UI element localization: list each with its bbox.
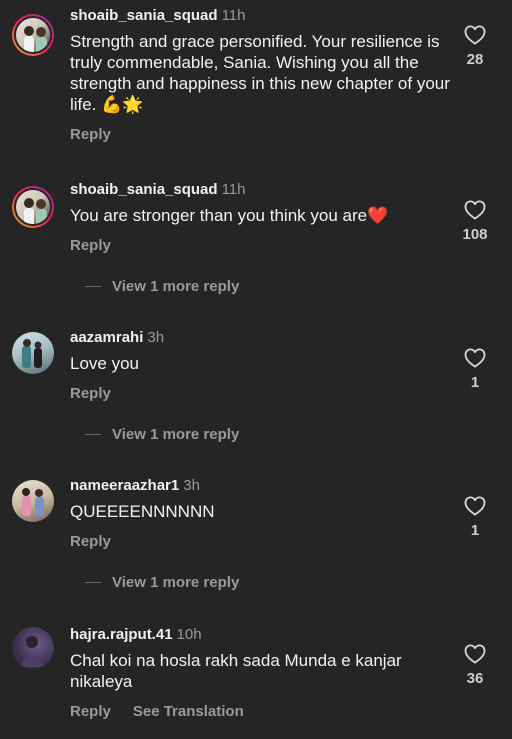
avatar[interactable] xyxy=(12,186,54,228)
divider-line xyxy=(85,581,101,583)
like-count: 28 xyxy=(466,51,484,68)
reply-button[interactable]: Reply xyxy=(70,126,111,143)
avatar[interactable] xyxy=(12,627,54,669)
like-control[interactable]: 28 xyxy=(462,25,488,68)
comment-actions: Reply xyxy=(70,237,450,254)
view-more-replies[interactable]: View 1 more reply xyxy=(85,276,239,296)
username[interactable]: nameeraazhar1 xyxy=(70,477,179,494)
comment-meta: nameeraazhar1 3h xyxy=(70,477,450,495)
comment-actions: Reply xyxy=(70,385,450,402)
heart-outline-icon[interactable] xyxy=(464,644,486,664)
comment-meta: shoaib_sania_squad 11h xyxy=(70,7,450,25)
comment-actions: Reply xyxy=(70,126,450,143)
like-control[interactable]: 1 xyxy=(462,348,488,391)
comment-text: Strength and grace personified. Your res… xyxy=(70,32,450,114)
comment-meta: aazamrahi 3h xyxy=(70,329,450,347)
like-count: 1 xyxy=(470,522,480,539)
reply-button[interactable]: Reply xyxy=(70,703,111,720)
timestamp: 11h xyxy=(221,181,246,198)
like-control[interactable]: 1 xyxy=(462,496,488,539)
reply-button[interactable]: Reply xyxy=(70,237,111,254)
reply-button[interactable]: Reply xyxy=(70,385,111,402)
username[interactable]: aazamrahi xyxy=(70,329,143,346)
like-control[interactable]: 108 xyxy=(462,200,488,243)
comment-meta: hajra.rajput.41 10h xyxy=(70,626,450,644)
username[interactable]: shoaib_sania_squad xyxy=(70,7,218,24)
timestamp: 11h xyxy=(221,7,246,24)
comment-text: Chal koi na hosla rakh sada Munda e kanj… xyxy=(70,651,402,691)
comment-text: Love you xyxy=(70,354,139,373)
timestamp: 3h xyxy=(183,477,200,494)
like-count: 36 xyxy=(466,670,484,687)
comment-actions: Reply See Translation xyxy=(70,703,450,720)
reply-button[interactable]: Reply xyxy=(70,533,111,550)
like-control[interactable]: 36 xyxy=(462,644,488,687)
heart-outline-icon[interactable] xyxy=(464,348,486,368)
view-more-label[interactable]: View 1 more reply xyxy=(112,278,239,295)
heart-outline-icon[interactable] xyxy=(464,496,486,516)
divider-line xyxy=(85,433,101,435)
like-count: 1 xyxy=(470,374,480,391)
comment-text: You are stronger than you think you are❤… xyxy=(70,206,389,225)
timestamp: 10h xyxy=(176,626,202,643)
view-more-label[interactable]: View 1 more reply xyxy=(112,574,239,591)
like-count: 108 xyxy=(462,226,488,243)
view-more-replies[interactable]: View 1 more reply xyxy=(85,424,239,444)
comment-meta: shoaib_sania_squad 11h xyxy=(70,181,450,199)
timestamp: 3h xyxy=(147,329,165,346)
view-more-label[interactable]: View 1 more reply xyxy=(112,426,239,443)
heart-outline-icon[interactable] xyxy=(464,25,486,45)
username[interactable]: shoaib_sania_squad xyxy=(70,181,218,198)
avatar[interactable] xyxy=(12,14,54,56)
username[interactable]: hajra.rajput.41 xyxy=(70,626,173,643)
avatar[interactable] xyxy=(12,332,54,374)
avatar[interactable] xyxy=(12,480,54,522)
comment-actions: Reply xyxy=(70,533,450,550)
heart-outline-icon[interactable] xyxy=(464,200,486,220)
divider-line xyxy=(85,285,101,287)
comment-text: QUEEEENNNNNN xyxy=(70,502,215,521)
see-translation-button[interactable]: See Translation xyxy=(133,703,244,720)
view-more-replies[interactable]: View 1 more reply xyxy=(85,572,239,592)
